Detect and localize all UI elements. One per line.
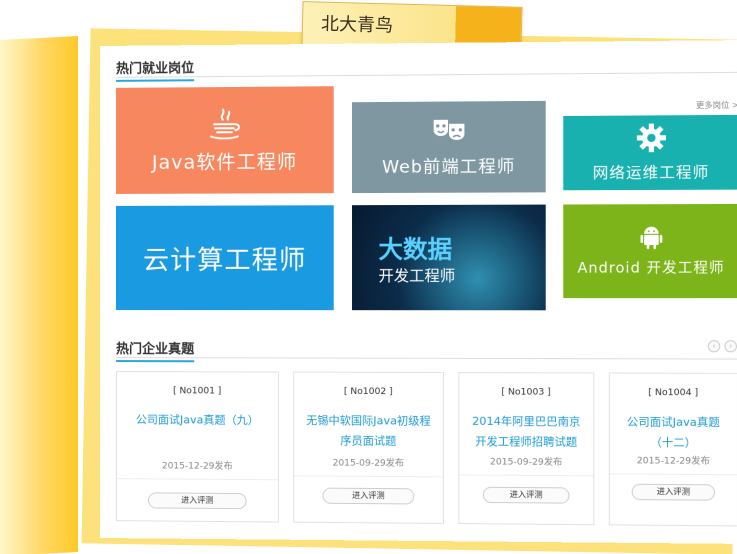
content-card: 热门就业岗位 更多岗位 > Java软件工程师 Web前端工程师 网络运维工程师…: [100, 39, 737, 545]
theater-masks-icon: [431, 117, 466, 148]
job-tile-java[interactable]: Java软件工程师: [115, 86, 334, 194]
exam-title-link[interactable]: 无锡中软国际Java初级程序员面试题: [304, 411, 432, 452]
job-tile-label: Android 开发工程师: [577, 260, 725, 277]
exam-title-link[interactable]: 2014年阿里巴巴南京开发工程师招聘试题: [470, 412, 583, 453]
exam-title-link[interactable]: 公司面试Java真题（十二）: [620, 412, 726, 453]
decorative-side-panel: [0, 35, 78, 554]
enter-test-button[interactable]: 进入评测: [148, 492, 247, 510]
job-tile-label: 云计算工程师: [142, 245, 307, 276]
job-tile-ops[interactable]: 网络运维工程师: [563, 114, 737, 191]
exam-date: 2015-12-29发布: [636, 456, 710, 467]
job-tile-label: 网络运维工程师: [592, 163, 710, 183]
exams-section-divider: [115, 357, 737, 360]
exam-date: 2015-09-29发布: [489, 457, 563, 468]
exam-card: [ No1003 ] 2014年阿里巴巴南京开发工程师招聘试题 2015-09-…: [458, 372, 595, 526]
exam-number: [ No1002 ]: [343, 386, 393, 398]
gear-icon: [635, 122, 666, 157]
java-cup-icon: [204, 107, 244, 143]
exam-card-divider: [294, 475, 443, 478]
brand-title: 北大青鸟: [320, 13, 394, 37]
exam-number: [ No1003 ]: [501, 387, 551, 398]
job-tile-sublabel: 开发工程师: [378, 266, 456, 285]
jobs-section-title: 热门就业岗位: [115, 57, 195, 82]
job-tile-android[interactable]: Android 开发工程师: [563, 203, 737, 299]
enter-test-button[interactable]: 进入评测: [631, 483, 716, 501]
job-tile-label: Web前端工程师: [382, 156, 516, 178]
job-tile-label: 大数据: [378, 235, 453, 264]
exam-number: [ No1004 ]: [648, 387, 699, 399]
job-tile-label: Java软件工程师: [151, 150, 298, 174]
exams-section-title: 热门企业真题: [115, 338, 195, 363]
prev-arrow-icon[interactable]: ‹: [707, 340, 721, 353]
more-jobs-link[interactable]: 更多岗位 >: [696, 100, 737, 112]
enter-test-button[interactable]: 进入评测: [482, 486, 570, 504]
jobs-section-divider: [115, 71, 737, 78]
next-arrow-icon[interactable]: ›: [724, 340, 737, 353]
exam-date: 2015-12-29发布: [161, 461, 233, 472]
exam-card-divider: [116, 478, 278, 481]
exam-card: [ No1002 ] 无锡中软国际Java初级程序员面试题 2015-09-29…: [293, 371, 444, 524]
android-icon: [639, 225, 662, 254]
exam-date: 2015-09-29发布: [332, 458, 405, 469]
job-tile-bigdata[interactable]: 大数据 开发工程师: [352, 204, 546, 311]
exam-carousel-nav: ‹ ›: [707, 340, 737, 353]
exam-card-divider: [459, 474, 594, 477]
exam-title-link[interactable]: 公司面试Java真题（九）: [127, 410, 268, 431]
exam-number: [ No1001 ]: [173, 386, 222, 397]
job-tile-cloud[interactable]: 云计算工程师: [115, 205, 334, 311]
enter-test-button[interactable]: 进入评测: [322, 487, 415, 505]
exam-card: [ No1004 ] 公司面试Java真题（十二） 2015-12-29发布 进…: [608, 372, 737, 527]
exam-card: [ No1001 ] 公司面试Java真题（九） 2015-12-29发布 进入…: [115, 371, 279, 523]
job-tile-web[interactable]: Web前端工程师: [352, 100, 546, 194]
exam-card-divider: [609, 473, 737, 476]
